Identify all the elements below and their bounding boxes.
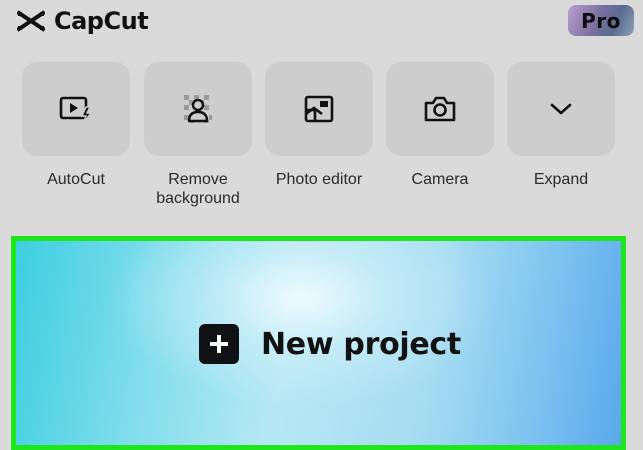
pro-badge-button[interactable]: Pro [568, 5, 634, 36]
tool-remove-background[interactable]: Remove background [144, 62, 252, 208]
tool-autocut-tile[interactable] [22, 62, 130, 156]
tool-photo-editor-label: Photo editor [275, 171, 363, 188]
new-project-button[interactable]: New project [11, 236, 626, 450]
tool-row: AutoCut Remove background Photo editor C… [0, 62, 643, 212]
new-project-label: New project [261, 326, 461, 362]
tool-photo-editor-tile[interactable] [265, 62, 373, 156]
tool-camera-tile[interactable] [386, 62, 494, 156]
tool-expand[interactable]: Expand [507, 62, 615, 189]
app-header: CapCut Pro [0, 0, 643, 44]
new-project-content[interactable]: New project [199, 324, 461, 364]
tool-autocut[interactable]: AutoCut [22, 62, 130, 189]
tool-camera[interactable]: Camera [386, 62, 494, 189]
camera-icon [422, 94, 458, 124]
photo-editor-icon [303, 94, 335, 124]
tool-remove-background-tile[interactable] [144, 62, 252, 156]
tool-expand-tile[interactable] [507, 62, 615, 156]
capcut-logo: CapCut [16, 6, 149, 36]
app-name: CapCut [54, 7, 149, 35]
tool-autocut-label: AutoCut [47, 171, 105, 188]
remove-background-icon [181, 92, 215, 126]
tool-photo-editor[interactable]: Photo editor [265, 62, 373, 189]
plus-icon [199, 324, 239, 364]
autocut-icon [58, 93, 94, 125]
capcut-logo-icon [16, 9, 46, 33]
tool-camera-label: Camera [411, 171, 469, 188]
tool-remove-background-label: Remove background [156, 171, 240, 207]
chevron-down-icon [549, 101, 573, 117]
tool-expand-label: Expand [533, 171, 589, 188]
